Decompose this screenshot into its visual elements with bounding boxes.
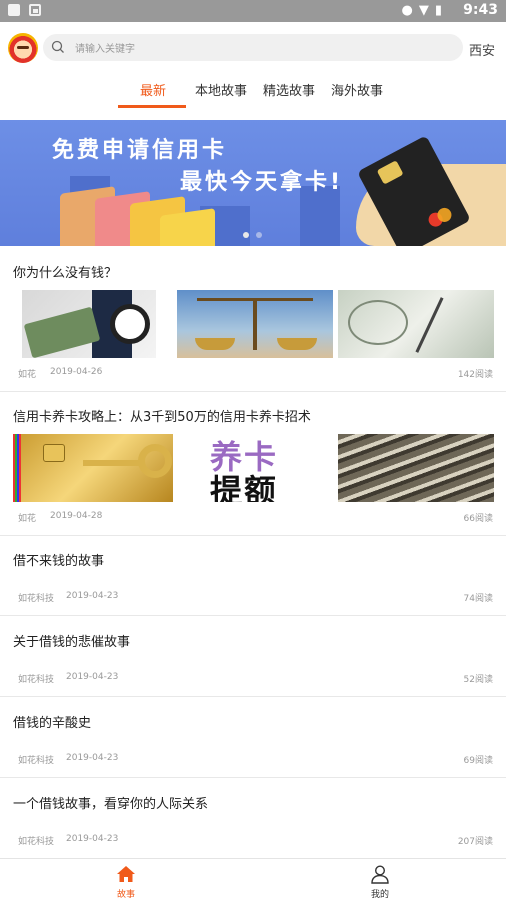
article-date: 2019-04-28 (50, 511, 103, 521)
article-title: 借不来钱的故事 (13, 554, 105, 569)
banner-card (160, 208, 215, 246)
app-logo[interactable] (8, 33, 38, 63)
article-read-count: 69阅读 (463, 756, 493, 766)
article-read-count: 66阅读 (463, 514, 493, 524)
article-date: 2019-04-23 (66, 753, 119, 763)
article-author: 如花 (18, 370, 37, 380)
card-chip (376, 160, 404, 185)
banner-pagination (243, 232, 273, 240)
status-time: 9:43 (463, 2, 498, 18)
tab-selected-stories[interactable]: 精选故事 (263, 80, 315, 99)
article-author: 如花科技 (18, 675, 55, 685)
nav-stories[interactable]: 故事 (96, 859, 156, 900)
dollars-compass-image (338, 290, 494, 358)
banner-headline: 免费申请信用卡 (52, 138, 228, 163)
tab-overseas-stories[interactable]: 海外故事 (331, 80, 383, 99)
tab-active-indicator (118, 105, 186, 108)
article-read-count: 142阅读 (457, 370, 493, 380)
tab-latest[interactable]: 最新 (140, 80, 166, 99)
article-title: 借钱的辛酸史 (13, 716, 92, 731)
city-selector[interactable]: 西安 (469, 40, 495, 59)
tab-local-stories[interactable]: 本地故事 (195, 80, 247, 99)
scale-image (177, 290, 333, 358)
banner-dot[interactable] (243, 232, 249, 238)
card-stack-image (338, 434, 494, 502)
text-card-image: 养卡 提额 (176, 434, 336, 502)
article-date: 2019-04-23 (66, 591, 119, 601)
article-author: 如花科技 (18, 756, 55, 766)
article-title: 你为什么没有钱？ (13, 266, 118, 281)
image-text-line2: 提额 (210, 472, 279, 502)
article-item[interactable]: 你为什么没有钱？ 如花 2019-04-26 142阅读 (0, 250, 506, 392)
status-bar: ●▼▮ 9:43 (0, 0, 506, 22)
article-date: 2019-04-23 (66, 834, 119, 844)
article-item[interactable]: 借钱的辛酸史 如花科技 2019-04-23 69阅读 (0, 697, 506, 778)
article-item[interactable]: 信用卡养卡攻略上：从3千到50万的信用卡养卡招术 养卡 提额 如花 2019-0… (0, 392, 506, 536)
article-read-count: 74阅读 (463, 594, 493, 604)
article-author: 如花 (18, 514, 37, 524)
article-item[interactable]: 关于借钱的悲催故事 如花科技 2019-04-23 52阅读 (0, 616, 506, 697)
system-icons: ●▼▮ (401, 3, 448, 18)
article-title: 关于借钱的悲催故事 (13, 635, 131, 650)
banner-dot-active[interactable] (256, 232, 262, 238)
home-icon (117, 866, 135, 882)
app-header: 请输入关键字 西安 (0, 22, 506, 74)
article-author: 如花科技 (18, 837, 55, 847)
gold-card-key-image (13, 434, 173, 502)
notification-icon (8, 4, 20, 16)
nav-profile[interactable]: 我的 (350, 859, 410, 900)
person-icon (371, 865, 389, 884)
category-tabs: 最新 本地故事 精选故事 海外故事 (0, 74, 506, 108)
image-notification-icon (29, 4, 41, 16)
nav-stories-label: 故事 (116, 890, 135, 900)
nav-profile-label: 我的 (370, 890, 389, 900)
article-title: 信用卡养卡攻略上：从3千到50万的信用卡养卡招术 (13, 410, 311, 425)
article-item[interactable]: 借不来钱的故事 如花科技 2019-04-23 74阅读 (0, 536, 506, 616)
article-date: 2019-04-26 (50, 367, 103, 377)
money-clock-image (22, 290, 156, 358)
bottom-navigation: 故事 我的 (0, 858, 506, 900)
article-author: 如花科技 (18, 594, 55, 604)
search-icon (51, 40, 64, 53)
article-read-count: 207阅读 (457, 837, 493, 847)
article-read-count: 52阅读 (463, 675, 493, 685)
banner-subheadline: 最快今天拿卡! (180, 170, 344, 195)
search-input[interactable]: 请输入关键字 (43, 34, 463, 61)
article-item[interactable]: 一个借钱故事，看穿你的人际关系 如花科技 2019-04-23 207阅读 (0, 778, 506, 858)
promo-banner[interactable]: 免费申请信用卡 最快今天拿卡! (0, 120, 506, 246)
article-title: 一个借钱故事，看穿你的人际关系 (13, 797, 209, 812)
search-placeholder: 请输入关键字 (75, 44, 135, 55)
article-date: 2019-04-23 (66, 672, 119, 682)
